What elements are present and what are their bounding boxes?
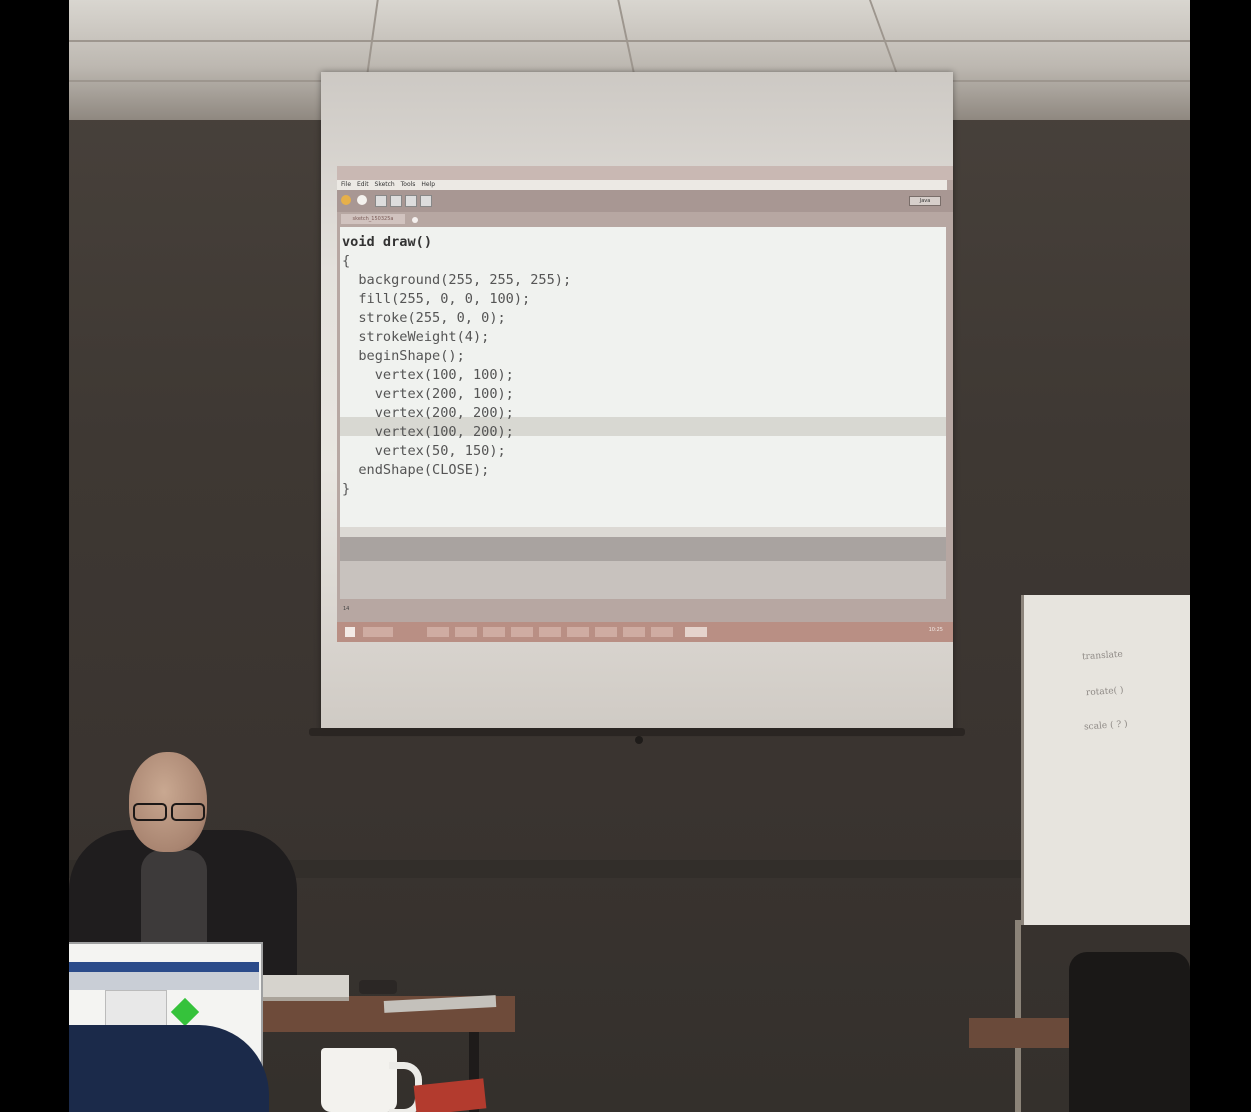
menu-tools[interactable]: Tools (401, 181, 416, 188)
taskbar-clock: 10:25 (928, 627, 943, 633)
taskbar-item[interactable] (483, 627, 505, 637)
red-book (413, 1078, 487, 1112)
flipchart-note: rotate( ) (1085, 685, 1124, 699)
code-line: beginShape(); (342, 348, 465, 364)
taskbar-item[interactable] (595, 627, 617, 637)
taskbar-item[interactable] (427, 627, 449, 637)
windows-taskbar: 10:25 (337, 622, 953, 642)
code-line: vertex(100, 100); (342, 367, 514, 383)
jacket-foreground (69, 1025, 269, 1112)
projection-screen: File Edit Sketch Tools Help Java sketch_… (321, 72, 953, 732)
ide-toolbar: Java (337, 190, 953, 212)
letterbox-right (1190, 0, 1251, 1112)
laptop-window-titlebar (69, 962, 259, 972)
code-line: endShape(CLOSE); (342, 462, 490, 478)
sketch-tab[interactable]: sketch_150325a (341, 214, 405, 224)
menu-bar: File Edit Sketch Tools Help (337, 180, 947, 190)
taskbar-item[interactable] (455, 627, 477, 637)
open-button[interactable] (390, 195, 402, 207)
stop-button[interactable] (357, 195, 367, 205)
chair (1069, 952, 1190, 1112)
coffee-mug (321, 1048, 397, 1112)
letterbox-left (0, 0, 69, 1112)
code-line: background(255, 255, 255); (342, 272, 572, 288)
processing-ide-window: File Edit Sketch Tools Help Java sketch_… (337, 166, 953, 636)
taskbar-item[interactable] (651, 627, 673, 637)
code-line: vertex(200, 200); (342, 405, 514, 421)
taskbar-item[interactable] (539, 627, 561, 637)
code-line: vertex(100, 200); (342, 424, 514, 440)
flipchart: translate rotate( ) scale ( ? ) (1021, 595, 1190, 925)
green-diamond-shape (170, 997, 200, 1027)
save-button[interactable] (405, 195, 417, 207)
flipchart-stand (1015, 920, 1021, 1112)
code-line: vertex(50, 150); (342, 443, 506, 459)
code-line: { (342, 253, 351, 269)
window-titlebar (337, 166, 953, 180)
code-line: void draw() (342, 234, 433, 250)
screen-pull-handle (635, 736, 643, 744)
line-number: 14 (343, 606, 350, 612)
menu-edit[interactable]: Edit (357, 181, 369, 188)
laptop-toolbar (69, 972, 259, 990)
export-button[interactable] (420, 195, 432, 207)
code-editor[interactable]: void draw() { background(255, 255, 255);… (340, 227, 946, 527)
run-button[interactable] (341, 195, 351, 205)
console-area (340, 561, 946, 599)
taskbar-item[interactable] (623, 627, 645, 637)
menu-help[interactable]: Help (421, 181, 435, 188)
taskbar-item[interactable] (363, 627, 393, 637)
code-line: strokeWeight(4); (342, 329, 490, 345)
horizontal-scrollbar[interactable] (340, 527, 946, 537)
menu-sketch[interactable]: Sketch (375, 181, 395, 188)
taskbar-item[interactable] (511, 627, 533, 637)
menu-file[interactable]: File (341, 181, 351, 188)
new-button[interactable] (375, 195, 387, 207)
paper-stack (259, 975, 349, 1001)
mode-selector[interactable]: Java (909, 196, 941, 206)
glasses (131, 803, 205, 821)
flipchart-note: translate (1081, 649, 1124, 663)
taskbar-item-active[interactable] (685, 627, 707, 637)
code-line: stroke(255, 0, 0); (342, 310, 506, 326)
presenter-head (129, 752, 207, 852)
windows-start-icon[interactable] (345, 627, 355, 637)
code-text: void draw() { background(255, 255, 255);… (342, 233, 571, 499)
flipchart-note: scale ( ? ) (1083, 719, 1128, 733)
classroom-photo: File Edit Sketch Tools Help Java sketch_… (69, 0, 1190, 1112)
code-line: fill(255, 0, 0, 100); (342, 291, 531, 307)
screen-bottom-bar (309, 728, 965, 736)
message-area (340, 537, 946, 561)
stapler (359, 980, 397, 994)
taskbar-item[interactable] (567, 627, 589, 637)
code-line: } (342, 481, 351, 497)
code-line: vertex(200, 100); (342, 386, 514, 402)
tab-menu-icon[interactable] (412, 217, 418, 223)
